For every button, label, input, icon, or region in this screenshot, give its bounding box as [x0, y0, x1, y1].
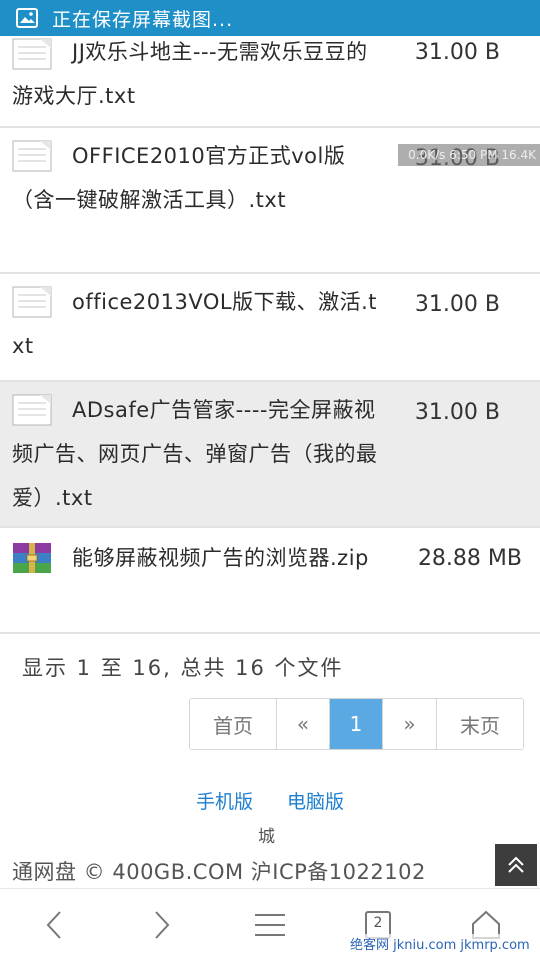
- forward-button[interactable]: [108, 889, 216, 961]
- file-name[interactable]: JJ欢乐斗地主---无需欢乐豆豆的游戏大厅.txt: [12, 30, 380, 118]
- copyright-text: 通网盘 © 400GB.COM 沪ICP备1022102: [12, 860, 426, 884]
- forward-arrow-icon: [152, 910, 172, 940]
- file-size: 28.88 MB: [417, 546, 522, 571]
- footer-small-text: 城: [258, 827, 275, 847]
- first-page-button[interactable]: 首页: [190, 699, 277, 749]
- back-button[interactable]: [0, 889, 108, 961]
- tab-count: 2: [373, 915, 383, 931]
- file-size: 31.00 B: [414, 292, 500, 317]
- footer-links: 手机版 电脑版: [0, 787, 540, 814]
- file-row[interactable]: JJ欢乐斗地主---无需欢乐豆豆的游戏大厅.txt 31.00 B: [0, 36, 540, 128]
- network-speed-overlay: 0.0K/s 6:50 PM 16.4K: [398, 144, 540, 166]
- mobile-version-link[interactable]: 手机版: [196, 791, 253, 813]
- file-size: 31.00 B: [414, 40, 500, 65]
- status-text: 正在保存屏幕截图...: [52, 8, 234, 31]
- back-arrow-icon: [44, 910, 64, 940]
- pagination: 首页 « 1 » 末页: [189, 698, 524, 750]
- desktop-version-link[interactable]: 电脑版: [287, 791, 344, 813]
- file-count-summary: 显示 1 至 16, 总共 16 个文件: [22, 656, 344, 680]
- next-page-button[interactable]: »: [383, 699, 437, 749]
- image-icon: [16, 8, 38, 28]
- prev-page-button[interactable]: «: [277, 699, 330, 749]
- menu-icon: [255, 912, 285, 938]
- watermark: 绝客网 jkniu.com jkmrp.com: [350, 934, 540, 958]
- current-page-button[interactable]: 1: [330, 699, 383, 749]
- file-size: 31.00 B: [414, 400, 500, 425]
- file-name[interactable]: ADsafe广告管家----完全屏蔽视频广告、网页广告、弹窗广告（我的最爱）.t…: [12, 388, 380, 520]
- menu-button[interactable]: [216, 889, 324, 961]
- scroll-to-top-button[interactable]: [495, 844, 537, 886]
- file-name[interactable]: office2013VOL版下载、激活.txt: [12, 280, 380, 368]
- file-name[interactable]: OFFICE2010官方正式vol版（含一键破解激活工具）.txt: [12, 134, 380, 222]
- last-page-button[interactable]: 末页: [437, 699, 523, 749]
- file-row[interactable]: ADsafe广告管家----完全屏蔽视频广告、网页广告、弹窗广告（我的最爱）.t…: [0, 382, 540, 528]
- file-row[interactable]: 能够屏蔽视频广告的浏览器.zip 28.88 MB: [0, 528, 540, 634]
- file-list: JJ欢乐斗地主---无需欢乐豆豆的游戏大厅.txt 31.00 B OFFICE…: [0, 36, 540, 634]
- file-name[interactable]: 能够屏蔽视频广告的浏览器.zip: [12, 536, 380, 580]
- chevron-up-icon: [505, 854, 527, 876]
- file-row[interactable]: office2013VOL版下载、激活.txt 31.00 B: [0, 274, 540, 382]
